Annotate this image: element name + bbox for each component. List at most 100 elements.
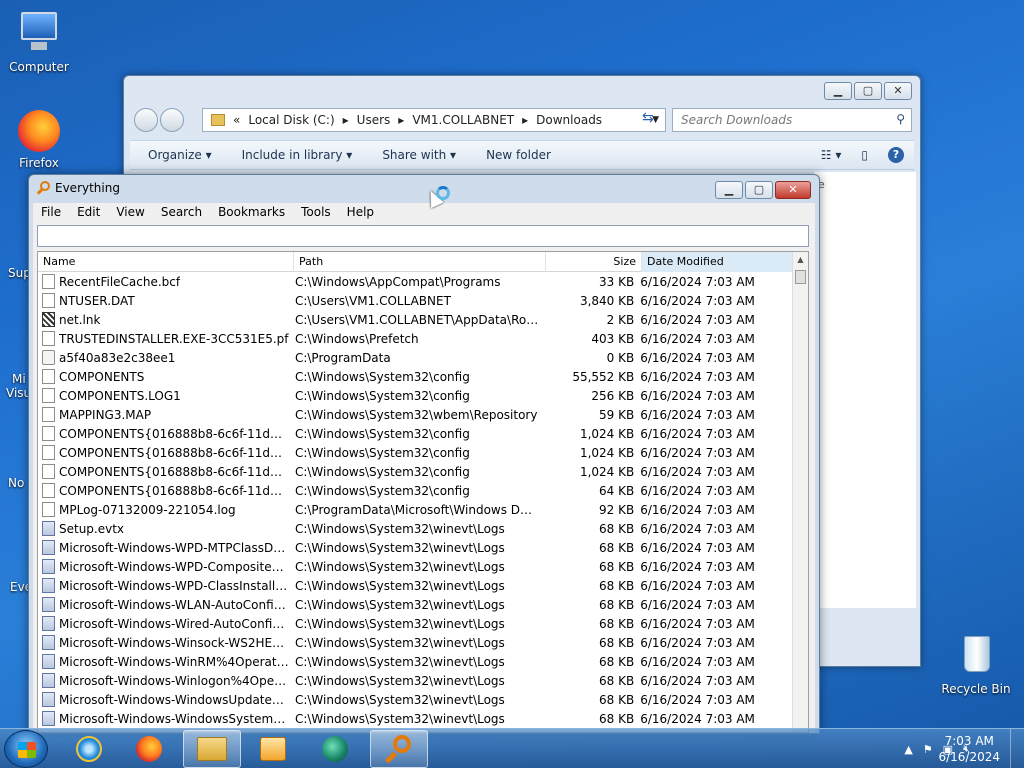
menu-bookmarks[interactable]: Bookmarks <box>210 203 293 223</box>
column-header-size[interactable]: Size <box>546 252 642 272</box>
everything-window[interactable]: Everything ▁ ▢ ✕ File Edit View Search B… <box>28 174 820 734</box>
result-row[interactable]: COMPONENTS.LOG1 C:\Windows\System32\confi… <box>38 386 792 405</box>
result-row[interactable]: Microsoft-Windows-WindowsUpdateClie... C:… <box>38 690 792 709</box>
maximize-button[interactable]: ▢ <box>745 181 773 199</box>
maximize-button[interactable]: ▢ <box>854 82 882 100</box>
forward-button[interactable] <box>160 108 184 132</box>
result-row[interactable]: Setup.evtx C:\Windows\System32\winevt\Log… <box>38 519 792 538</box>
close-button[interactable]: ✕ <box>775 181 811 199</box>
breadcrumb-separator-icon[interactable]: ▸ <box>343 113 349 127</box>
new-folder-button[interactable]: New folder <box>486 148 551 162</box>
result-row[interactable]: TRUSTEDINSTALLER.EXE-3CC531E5.pf C:\Windo… <box>38 329 792 348</box>
result-row[interactable]: COMPONENTS C:\Windows\System32\config 55,5… <box>38 367 792 386</box>
clock[interactable]: 7:03 AM 6/16/2024 <box>938 733 1000 765</box>
result-date: 6/16/2024 7:03 AM <box>640 445 755 460</box>
result-row[interactable]: COMPONENTS{016888b8-6c6f-11de-8d1d... C:\… <box>38 481 792 500</box>
result-row[interactable]: RecentFileCache.bcf C:\Windows\AppCompat\… <box>38 272 792 291</box>
column-header-name[interactable]: Name <box>38 252 294 272</box>
include-in-library-button[interactable]: Include in library ▾ <box>242 148 353 162</box>
menu-search[interactable]: Search <box>153 203 210 223</box>
result-row[interactable]: Microsoft-Windows-Wired-AutoConfig%... C:… <box>38 614 792 633</box>
desktop-icon-label-partial[interactable]: Mi <box>12 372 26 386</box>
result-row[interactable]: Microsoft-Windows-WindowsSystemAsse... C:… <box>38 709 792 728</box>
search-input[interactable]: Search Downloads ⚲ <box>672 108 912 132</box>
result-date: 6/16/2024 7:03 AM <box>640 312 755 327</box>
minimize-button[interactable]: ▁ <box>715 181 743 199</box>
desktop-icon-recycle-bin[interactable]: Recycle Bin <box>938 630 1014 696</box>
result-name: COMPONENTS <box>59 369 145 384</box>
refresh-icon[interactable]: ⇆ <box>642 110 654 126</box>
result-name: Microsoft-Windows-Wired-AutoConfig%... <box>59 616 289 631</box>
desktop-icon-firefox[interactable]: Firefox <box>2 110 76 170</box>
view-options-icon[interactable]: ☷ ▾ <box>821 148 842 162</box>
menu-help[interactable]: Help <box>339 203 382 223</box>
breadcrumb-item[interactable]: VM1.COLLABNET <box>412 113 514 127</box>
minimize-button[interactable]: ▁ <box>824 82 852 100</box>
result-row[interactable]: Microsoft-Windows-WinRM%4Operation... C:\… <box>38 652 792 671</box>
result-row[interactable]: Microsoft-Windows-WPD-MTPClassDrive... C:… <box>38 538 792 557</box>
taskbar-network-app[interactable] <box>306 730 364 768</box>
result-path: C:\Windows\System32\config <box>294 426 470 441</box>
desktop-icon-computer[interactable]: Computer <box>2 8 76 74</box>
start-button[interactable] <box>4 730 48 768</box>
close-button[interactable]: ✕ <box>884 82 912 100</box>
help-icon[interactable]: ? <box>888 147 904 163</box>
result-row[interactable]: COMPONENTS{016888b8-6c6f-11de-8d1d... C:\… <box>38 462 792 481</box>
address-bar[interactable]: « Local Disk (C:) ▸ Users ▸ VM1.COLLABNE… <box>202 108 666 132</box>
title-bar[interactable]: Everything <box>36 181 120 195</box>
vertical-scrollbar[interactable]: ▲ <box>792 252 808 732</box>
taskbar-windows-explorer[interactable] <box>183 730 241 768</box>
result-row[interactable]: Microsoft-Windows-WPD-CompositeClas... C:… <box>38 557 792 576</box>
menu-edit[interactable]: Edit <box>69 203 108 223</box>
scroll-up-icon[interactable]: ▲ <box>793 252 808 268</box>
explorer-content-pane[interactable]: e <box>814 172 916 608</box>
result-row[interactable]: Microsoft-Windows-Winlogon%4Operati... C:… <box>38 671 792 690</box>
column-header-path[interactable]: Path <box>294 252 546 272</box>
search-icon[interactable]: ⚲ <box>896 112 905 126</box>
file-icon <box>42 331 55 346</box>
result-row[interactable]: net.lnk C:\Users\VM1.COLLABNET\AppData\Ro… <box>38 310 792 329</box>
result-name-cell: Microsoft-Windows-WPD-MTPClassDrive... <box>38 540 292 555</box>
result-name: Microsoft-Windows-WPD-ClassInstaller%... <box>59 578 289 593</box>
column-header-date-modified[interactable]: Date Modified <box>642 252 798 272</box>
breadcrumb-item[interactable]: Local Disk (C:) <box>248 113 334 127</box>
action-center-icon[interactable]: ⚑ <box>923 743 933 756</box>
show-hidden-icons-icon[interactable]: ▲ <box>904 743 912 756</box>
result-row[interactable]: Microsoft-Windows-WLAN-AutoConfig%... C:\… <box>38 595 792 614</box>
breadcrumb-item[interactable]: Users <box>357 113 391 127</box>
menu-file[interactable]: File <box>33 203 69 223</box>
result-row[interactable]: COMPONENTS{016888b8-6c6f-11de-8d1d... C:\… <box>38 443 792 462</box>
result-name: Setup.evtx <box>59 521 125 536</box>
result-date: 6/16/2024 7:03 AM <box>640 692 755 707</box>
breadcrumb-separator-icon[interactable]: ▸ <box>398 113 404 127</box>
breadcrumb-item[interactable]: Downloads <box>536 113 602 127</box>
menu-tools[interactable]: Tools <box>293 203 339 223</box>
result-row[interactable]: COMPONENTS{016888b8-6c6f-11de-8d1d... C:\… <box>38 424 792 443</box>
organize-button[interactable]: Organize ▾ <box>148 148 212 162</box>
result-row[interactable]: Microsoft-Windows-WPD-ClassInstaller%...… <box>38 576 792 595</box>
event-log-file-icon <box>42 635 55 650</box>
search-input[interactable] <box>37 225 809 247</box>
result-row[interactable]: a5f40a83e2c38ee1 C:\ProgramData 0 KB 6/16/2… <box>38 348 792 367</box>
menu-view[interactable]: View <box>108 203 152 223</box>
everything-search-icon <box>384 735 413 764</box>
taskbar-internet-explorer[interactable] <box>60 730 118 768</box>
result-row[interactable]: NTUSER.DAT C:\Users\VM1.COLLABNET 3,840 KB… <box>38 291 792 310</box>
scroll-thumb[interactable] <box>795 270 806 284</box>
result-name: Microsoft-Windows-WindowsUpdateClie... <box>59 692 289 707</box>
preview-pane-icon[interactable]: ▯ <box>861 148 868 162</box>
desktop-icon-label-partial[interactable]: No <box>8 476 24 490</box>
taskbar-media-player[interactable] <box>244 730 302 768</box>
results-list[interactable]: Name Path Size Date Modified RecentFileC… <box>37 251 809 733</box>
result-row[interactable]: Microsoft-Windows-Winsock-WS2HELP%... C:\… <box>38 633 792 652</box>
share-with-button[interactable]: Share with ▾ <box>382 148 456 162</box>
result-row[interactable]: MAPPING3.MAP C:\Windows\System32\wbem\Rep… <box>38 405 792 424</box>
taskbar-everything[interactable] <box>370 730 428 768</box>
result-path: C:\Windows\System32\winevt\Logs <box>294 711 505 726</box>
taskbar-firefox[interactable] <box>120 730 178 768</box>
result-path: C:\Windows\System32\winevt\Logs <box>294 521 505 536</box>
show-desktop-button[interactable] <box>1010 729 1024 768</box>
result-row[interactable]: MPLog-07132009-221054.log C:\ProgramData\… <box>38 500 792 519</box>
breadcrumb-separator-icon[interactable]: ▸ <box>522 113 528 127</box>
back-button[interactable] <box>134 108 158 132</box>
